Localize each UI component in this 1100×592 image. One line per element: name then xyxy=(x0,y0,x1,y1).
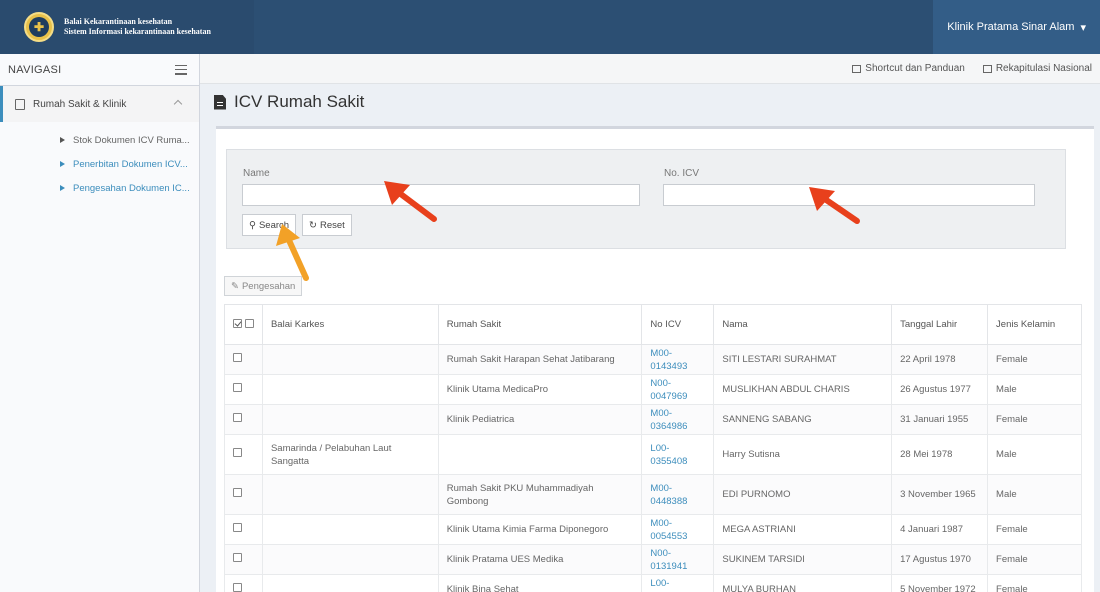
row-checkbox[interactable] xyxy=(233,523,242,532)
caret-right-icon xyxy=(60,185,65,191)
sidebar-title: NAVIGASI xyxy=(8,63,62,76)
table-row[interactable]: Klinik Pratama UES Medika N00-0131941 SU… xyxy=(224,544,1082,575)
icv-label: No. ICV xyxy=(664,168,700,179)
edit-icon: ✎ xyxy=(231,280,239,292)
col-no-icv[interactable]: No ICV xyxy=(641,304,715,345)
top-navbar: ✚ Balai Kekarantinaan kesehatan Sistem I… xyxy=(0,0,1100,54)
table-row[interactable]: Klinik Utama MedicaPro N00-0047969 MUSLI… xyxy=(224,374,1082,405)
content-box: Name No. ICV ⚲ Search ↻ Reset ✎ Pengesah… xyxy=(216,126,1094,592)
caret-down-icon: ▾ xyxy=(1080,21,1086,34)
name-label: Name xyxy=(243,168,270,179)
table-row[interactable]: Rumah Sakit Harapan Sehat Jatibarang M00… xyxy=(224,344,1082,375)
user-menu[interactable]: Klinik Pratama Sinar Alam ▾ xyxy=(933,0,1100,54)
brand[interactable]: ✚ Balai Kekarantinaan kesehatan Sistem I… xyxy=(0,0,254,54)
table-row[interactable]: Klinik Utama Kimia Farma Diponegoro M00-… xyxy=(224,514,1082,545)
red-arrow-icv-icon xyxy=(809,187,860,224)
col-jenis-kelamin[interactable]: Jenis Kelamin xyxy=(987,304,1082,345)
sidebar-submenu: Stok Dokumen ICV Ruma... Penerbitan Doku… xyxy=(0,122,199,200)
col-rumah-sakit[interactable]: Rumah Sakit xyxy=(437,304,643,345)
table-row[interactable]: Rumah Sakit PKU Muhammadiyah Gombong M00… xyxy=(224,474,1082,515)
row-checkbox[interactable] xyxy=(233,448,242,457)
table-row[interactable]: Klinik Bina Sehat L00-1145268 MULYA BURH… xyxy=(224,574,1082,592)
row-checkbox[interactable] xyxy=(233,383,242,392)
table-header-row: Balai Karkes Rumah Sakit No ICV Nama Tan… xyxy=(224,304,1082,345)
search-icon: ⚲ xyxy=(249,219,256,231)
row-checkbox[interactable] xyxy=(233,353,242,362)
app-name-line2: Sistem Informasi kekarantinaan kesehatan xyxy=(64,27,211,36)
orange-arrow-search-icon xyxy=(276,224,309,281)
toolbar-links: Shortcut dan Panduan Rekapitulasi Nasion… xyxy=(200,54,1100,84)
sidebar-subitem-pengesahan-dokumen[interactable]: Pengesahan Dokumen IC... xyxy=(0,176,199,200)
table-row[interactable]: Klinik Pediatrica M00-0364986 SANNENG SA… xyxy=(224,404,1082,435)
red-arrow-name-icon xyxy=(384,181,437,222)
checkbox-checked-icon[interactable] xyxy=(233,318,242,328)
sidebar-header: NAVIGASI xyxy=(0,54,199,86)
user-name: Klinik Pratama Sinar Alam xyxy=(947,21,1075,33)
name-input[interactable] xyxy=(242,184,640,206)
page-title: ICV Rumah Sakit xyxy=(214,90,364,114)
row-checkbox[interactable] xyxy=(233,488,242,497)
hospital-icon xyxy=(15,98,25,110)
sidebar-item-label: Rumah Sakit & Klinik xyxy=(33,98,127,110)
hamburger-menu-icon[interactable] xyxy=(175,64,187,75)
caret-right-icon xyxy=(60,137,65,143)
search-panel: Name No. ICV ⚲ Search ↻ Reset xyxy=(226,149,1066,249)
document-icon xyxy=(214,94,226,110)
checkbox-icon[interactable] xyxy=(244,318,254,328)
col-tanggal-lahir[interactable]: Tanggal Lahir xyxy=(891,304,989,345)
chevron-up-icon xyxy=(173,99,183,109)
shortcut-link[interactable]: Shortcut dan Panduan xyxy=(852,63,965,74)
rekapitulasi-link[interactable]: Rekapitulasi Nasional xyxy=(982,63,1092,74)
app-name: Balai Kekarantinaan kesehatan Sistem Inf… xyxy=(64,17,211,37)
sidebar-item-rumah-sakit-klinik[interactable]: Rumah Sakit & Klinik xyxy=(0,86,199,122)
icv-table: Balai Karkes Rumah Sakit No ICV Nama Tan… xyxy=(224,304,1082,592)
row-checkbox[interactable] xyxy=(233,583,242,592)
table-row[interactable]: Samarinda / Pelabuhan Laut Sangatta L00-… xyxy=(224,434,1082,475)
shortcut-icon xyxy=(852,64,862,73)
select-all-header[interactable] xyxy=(224,304,263,345)
col-balai-karkes[interactable]: Balai Karkes xyxy=(261,304,439,345)
sidebar-subitem-penerbitan-dokumen[interactable]: Penerbitan Dokumen ICV... xyxy=(0,152,199,176)
caret-right-icon xyxy=(60,161,65,167)
col-nama[interactable]: Nama xyxy=(713,304,893,345)
app-name-line1: Balai Kekarantinaan kesehatan xyxy=(64,17,173,26)
sidebar-subitem-stok-dokumen[interactable]: Stok Dokumen ICV Ruma... xyxy=(0,128,199,152)
row-checkbox[interactable] xyxy=(233,413,242,422)
logo-emblem-icon: ✚ xyxy=(24,12,54,42)
sidebar: NAVIGASI Rumah Sakit & Klinik Stok Dokum… xyxy=(0,54,200,592)
copy-icon xyxy=(982,64,992,73)
row-checkbox[interactable] xyxy=(233,553,242,562)
